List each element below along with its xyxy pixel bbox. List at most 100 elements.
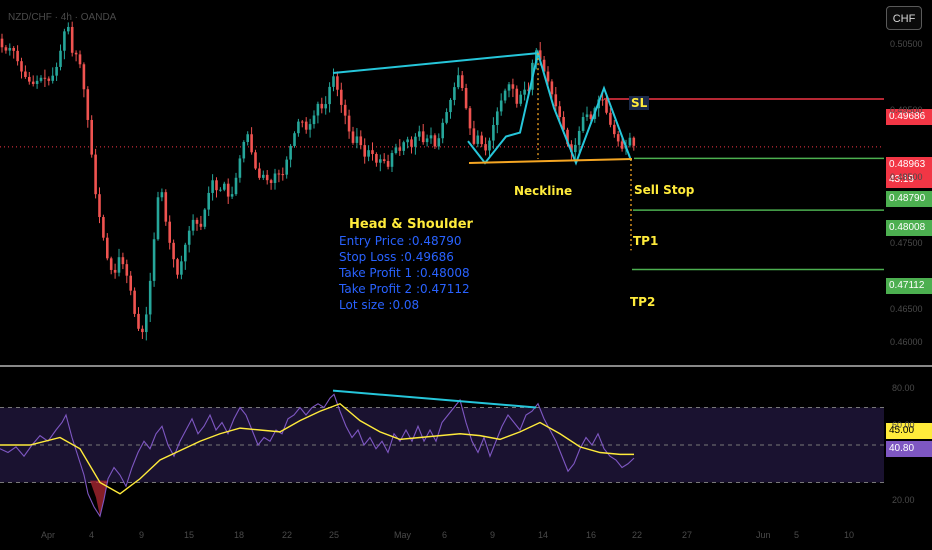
candle-body — [262, 174, 265, 178]
candle-body — [191, 219, 195, 231]
time-tick: 16 — [586, 530, 597, 540]
lot-size-text: Lot size :0.08 — [339, 298, 420, 312]
candle-body — [187, 230, 191, 245]
candle-body — [156, 197, 160, 240]
candle-body — [55, 66, 58, 76]
candle-body — [616, 134, 620, 142]
candle-body — [609, 112, 612, 125]
candle-body — [449, 99, 452, 113]
candle-body — [379, 159, 382, 163]
candle-body — [28, 76, 31, 82]
candle-body — [59, 50, 62, 67]
candle-body — [145, 314, 148, 333]
chart-stage[interactable]: NZD/CHF · 4h · OANDA CHF SL Neckline Sel… — [0, 0, 932, 550]
tp1-price-tag: 0.48008 — [886, 220, 932, 236]
entry-price-text: Entry Price :0.48790 — [339, 234, 462, 248]
candle-body — [102, 217, 105, 238]
candle-body — [226, 183, 230, 197]
candle-body — [546, 71, 550, 82]
time-tick: 5 — [794, 530, 800, 540]
candle-body — [70, 26, 74, 53]
time-tick: 9 — [490, 530, 496, 540]
candle-body — [340, 89, 343, 105]
candle-body — [503, 90, 507, 101]
candle-body — [301, 121, 304, 123]
candle-body — [94, 154, 97, 195]
rsi-tick: 20.00 — [892, 495, 915, 506]
candle-body — [219, 189, 222, 191]
time-tick: 15 — [184, 530, 195, 540]
candle-body — [437, 138, 441, 147]
candle-body — [67, 26, 70, 32]
time-tick: 9 — [139, 530, 145, 540]
candle-body — [0, 38, 4, 48]
candle-body — [601, 99, 604, 101]
time-tick: 25 — [329, 530, 340, 540]
rsi-panel — [0, 389, 884, 518]
candle-body — [215, 180, 218, 191]
candle-body — [363, 145, 366, 157]
candle-body — [496, 111, 499, 125]
symbol-label: NZD/CHF · 4h · OANDA — [8, 12, 117, 23]
candle-body — [113, 269, 117, 273]
candle-body — [386, 161, 390, 167]
candle-body — [414, 136, 417, 147]
rsi-divergence-line — [332, 389, 537, 409]
candle-body — [550, 81, 554, 95]
shoulders-top-trendline — [332, 52, 539, 74]
candle-body — [332, 76, 335, 87]
candle-body — [129, 275, 132, 291]
candle-body — [74, 52, 78, 55]
candle-body — [425, 138, 429, 143]
candle-body — [47, 78, 51, 81]
candle-body — [133, 290, 136, 314]
time-tick: Jun — [756, 530, 771, 540]
candle-body — [336, 76, 339, 90]
tp1-label: TP1 — [633, 234, 659, 248]
take-profit-1-text: Take Profit 1 :0.48008 — [339, 266, 470, 280]
candle-body — [367, 150, 370, 157]
candle-body — [421, 131, 425, 143]
candle-body — [109, 258, 113, 270]
candle-body — [371, 150, 374, 154]
time-tick: 22 — [282, 530, 293, 540]
candle-body — [297, 121, 300, 134]
time-tick: 22 — [632, 530, 643, 540]
candle-body — [480, 135, 483, 145]
candle-body — [152, 239, 156, 281]
candle-body — [628, 137, 632, 146]
time-tick: 4 — [89, 530, 95, 540]
candle-body — [476, 135, 480, 144]
candle-body — [121, 257, 125, 265]
candle-body — [457, 75, 460, 88]
candle-body — [382, 159, 386, 162]
candle-body — [4, 47, 8, 51]
candle-body — [82, 64, 86, 90]
candle-body — [460, 75, 464, 88]
trade-info-block: Head & Shoulder Entry Price :0.48790 Sto… — [339, 217, 473, 313]
candle-body — [492, 124, 495, 141]
sl-label: SL — [629, 96, 650, 110]
time-tick: 6 — [442, 530, 448, 540]
candle-body — [375, 153, 378, 163]
candle-body — [293, 133, 296, 146]
candle-body — [234, 177, 238, 195]
candle-body — [574, 144, 577, 153]
candle-body — [230, 194, 234, 197]
candle-body — [78, 54, 82, 65]
candle-body — [359, 136, 363, 146]
candle-body — [406, 139, 409, 143]
candle-body — [141, 328, 144, 333]
candle-body — [347, 115, 351, 132]
candle-body — [355, 136, 359, 143]
candle-body — [20, 61, 23, 72]
candle-body — [507, 84, 511, 91]
candle-body — [269, 180, 273, 183]
candle-body — [117, 257, 121, 273]
candle-body — [488, 140, 491, 151]
candle-body — [484, 144, 487, 151]
currency-button[interactable]: CHF — [886, 6, 922, 30]
candle-body — [328, 86, 331, 105]
candle-body — [35, 80, 39, 84]
candle-body — [31, 81, 35, 84]
